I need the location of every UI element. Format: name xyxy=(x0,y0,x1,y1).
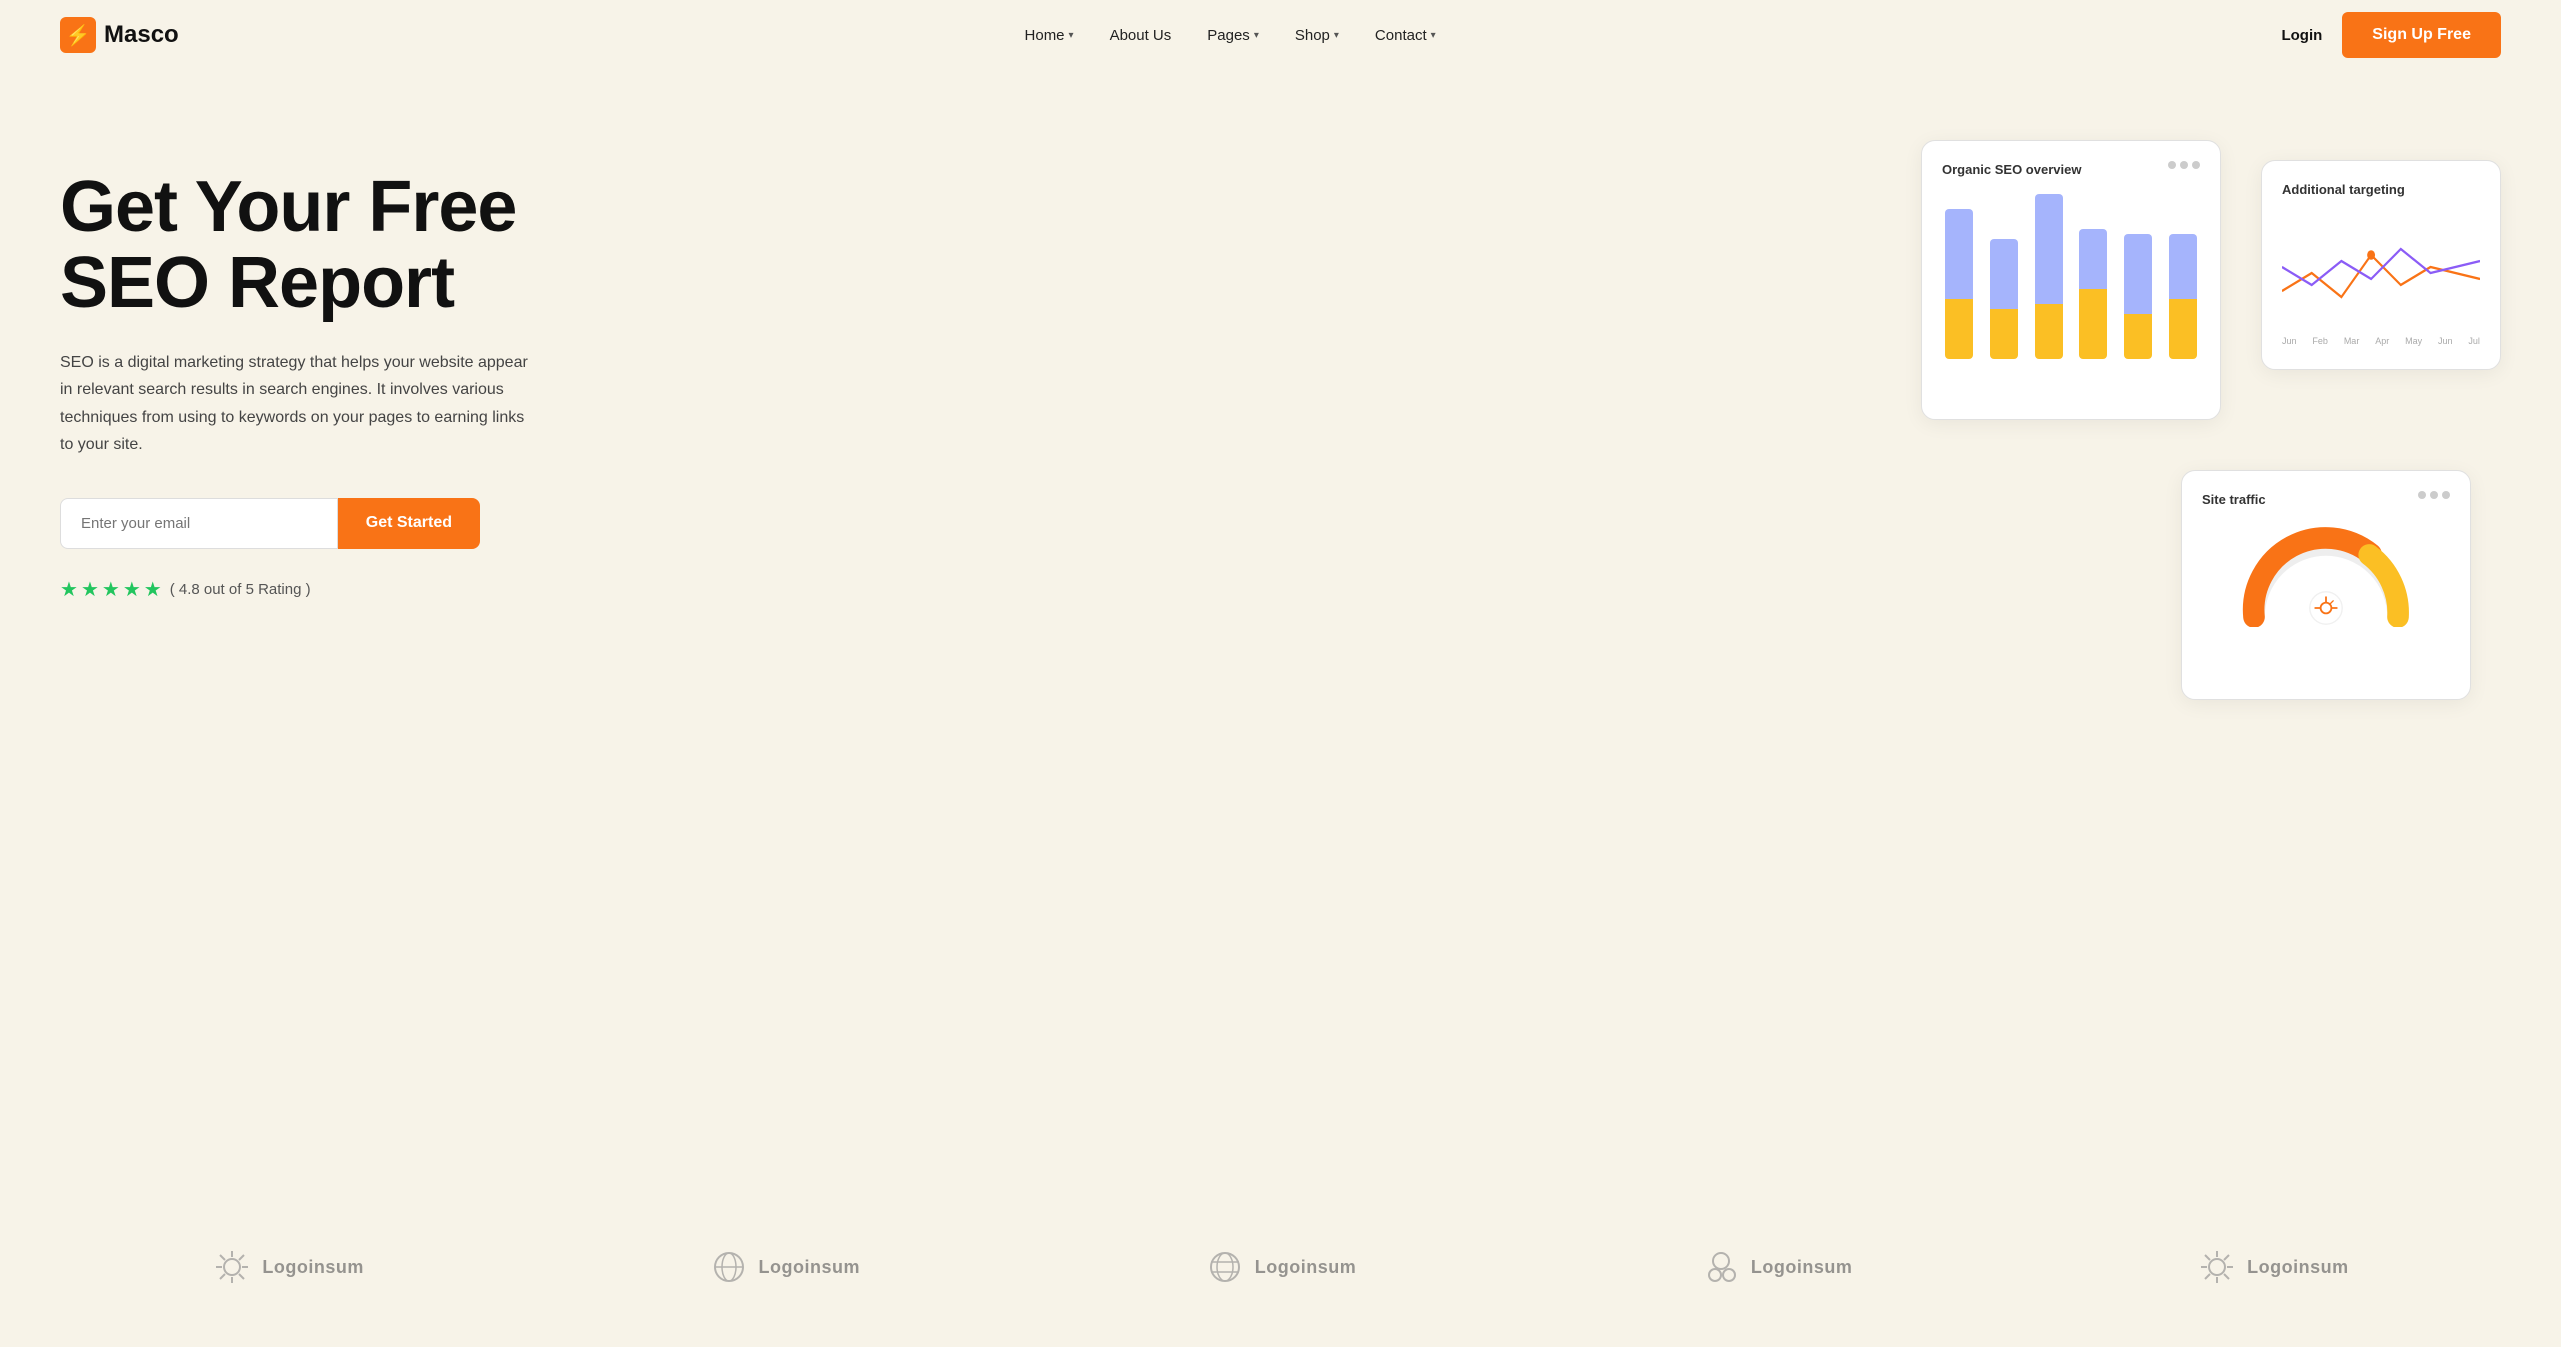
logo-item-5: Logoinsum xyxy=(2197,1247,2349,1287)
star-5: ★ xyxy=(144,577,162,602)
bar-top-4 xyxy=(2124,234,2152,314)
get-started-button[interactable]: Get Started xyxy=(338,498,480,549)
logo-abstract-icon-4 xyxy=(1701,1247,1741,1287)
dot-2 xyxy=(2180,161,2188,169)
x-label-jun: Jun xyxy=(2282,336,2297,346)
nav-item-shop[interactable]: Shop ▾ xyxy=(1295,27,1339,44)
hero-charts: Organic SEO overview Additional targetin… xyxy=(1921,140,2501,700)
bar-group-5 xyxy=(2165,234,2200,359)
traffic-card-title: Site traffic xyxy=(2202,492,2266,507)
bar-bottom-1 xyxy=(1990,309,2018,359)
nav-item-contact[interactable]: Contact ▾ xyxy=(1375,27,1436,44)
x-label-apr: Apr xyxy=(2375,336,2389,346)
navigation: ⚡ Masco Home ▾ About Us Pages ▾ Shop ▾ xyxy=(0,0,2561,70)
star-4: ★ xyxy=(123,577,141,602)
signup-button[interactable]: Sign Up Free xyxy=(2342,12,2501,58)
bar-bottom-2 xyxy=(2035,304,2063,359)
tdot-3 xyxy=(2442,491,2450,499)
bar-bottom-5 xyxy=(2169,299,2197,359)
chevron-down-icon: ▾ xyxy=(1069,30,1074,41)
bar-group-3 xyxy=(2076,229,2111,359)
logos-section: Logoinsum Logoinsum Logoinsum Logoinsum xyxy=(0,1227,2561,1317)
bar-top-3 xyxy=(2079,229,2107,289)
dot-1 xyxy=(2168,161,2176,169)
bar-chart xyxy=(1942,179,2200,359)
email-form: Get Started xyxy=(60,498,480,549)
star-3: ★ xyxy=(102,577,120,602)
logo-name-4: Logoinsum xyxy=(1751,1257,1853,1278)
nav-item-about[interactable]: About Us xyxy=(1110,27,1172,44)
targeting-card-title: Additional targeting xyxy=(2282,182,2405,197)
bar-top-1 xyxy=(1990,239,2018,309)
nav-actions: Login Sign Up Free xyxy=(2281,12,2501,58)
dot-3 xyxy=(2192,161,2200,169)
targeting-card: Additional targeting Jun Feb Mar Apr May… xyxy=(2261,160,2501,370)
star-2: ★ xyxy=(81,577,99,602)
hero-section: Get Your Free SEO Report SEO is a digita… xyxy=(0,70,2561,1227)
bar-group-2 xyxy=(2031,194,2066,359)
nav-links: Home ▾ About Us Pages ▾ Shop ▾ Contact ▾ xyxy=(1025,27,1436,44)
logo-sun-icon-1 xyxy=(212,1247,252,1287)
bar-group-0 xyxy=(1942,209,1977,359)
x-label-jul: Jul xyxy=(2468,336,2480,346)
rating-text: ( 4.8 out of 5 Rating ) xyxy=(170,581,311,598)
logo-item-4: Logoinsum xyxy=(1701,1247,1853,1287)
x-label-mar: Mar xyxy=(2344,336,2360,346)
logo-item-1: Logoinsum xyxy=(212,1247,364,1287)
star-rating: ★ ★ ★ ★ ★ xyxy=(60,577,162,602)
logo-name-1: Logoinsum xyxy=(262,1257,364,1278)
nav-item-home[interactable]: Home ▾ xyxy=(1025,27,1074,44)
seo-card-title: Organic SEO overview xyxy=(1942,162,2081,177)
x-label-may: May xyxy=(2405,336,2422,346)
logo-name-5: Logoinsum xyxy=(2247,1257,2349,1278)
x-label-jun2: Jun xyxy=(2438,336,2453,346)
gauge-svg xyxy=(2236,517,2416,627)
logo-icon: ⚡ xyxy=(60,17,96,53)
login-button[interactable]: Login xyxy=(2281,27,2322,44)
bar-bottom-0 xyxy=(1945,299,1973,359)
logo-name-2: Logoinsum xyxy=(759,1257,861,1278)
hero-content: Get Your Free SEO Report SEO is a digita… xyxy=(60,130,540,602)
hero-description: SEO is a digital marketing strategy that… xyxy=(60,349,540,458)
logo-globe-icon-2 xyxy=(709,1247,749,1287)
seo-overview-card: Organic SEO overview xyxy=(1921,140,2221,420)
email-input[interactable] xyxy=(60,498,338,549)
line-chart xyxy=(2282,207,2480,327)
chevron-down-icon: ▾ xyxy=(1334,30,1339,41)
bar-top-2 xyxy=(2035,194,2063,304)
bar-top-0 xyxy=(1945,209,1973,299)
brand-logo[interactable]: ⚡ Masco xyxy=(60,17,179,53)
x-axis-labels: Jun Feb Mar Apr May Jun Jul xyxy=(2282,336,2480,346)
logo-item-3: Logoinsum xyxy=(1205,1247,1357,1287)
logo-item-2: Logoinsum xyxy=(709,1247,861,1287)
logo-name-3: Logoinsum xyxy=(1255,1257,1357,1278)
gauge-chart xyxy=(2202,517,2450,627)
tdot-1 xyxy=(2418,491,2426,499)
bar-group-4 xyxy=(2121,234,2156,359)
brand-name: Masco xyxy=(104,21,179,49)
bar-top-5 xyxy=(2169,234,2197,299)
star-1: ★ xyxy=(60,577,78,602)
card-menu-dots-traffic xyxy=(2418,491,2450,499)
nav-item-pages[interactable]: Pages ▾ xyxy=(1207,27,1259,44)
bar-bottom-4 xyxy=(2124,314,2152,359)
chevron-down-icon: ▾ xyxy=(1254,30,1259,41)
logo-globe-icon-3 xyxy=(1205,1247,1245,1287)
rating: ★ ★ ★ ★ ★ ( 4.8 out of 5 Rating ) xyxy=(60,577,540,602)
logo-sun-icon-5 xyxy=(2197,1247,2237,1287)
hero-title: Get Your Free SEO Report xyxy=(60,170,540,321)
bar-group-1 xyxy=(1987,239,2022,359)
tdot-2 xyxy=(2430,491,2438,499)
card-menu-dots xyxy=(2168,161,2200,169)
bar-bottom-3 xyxy=(2079,289,2107,359)
traffic-card: Site traffic xyxy=(2181,470,2471,700)
x-label-feb: Feb xyxy=(2312,336,2328,346)
chevron-down-icon: ▾ xyxy=(1431,30,1436,41)
